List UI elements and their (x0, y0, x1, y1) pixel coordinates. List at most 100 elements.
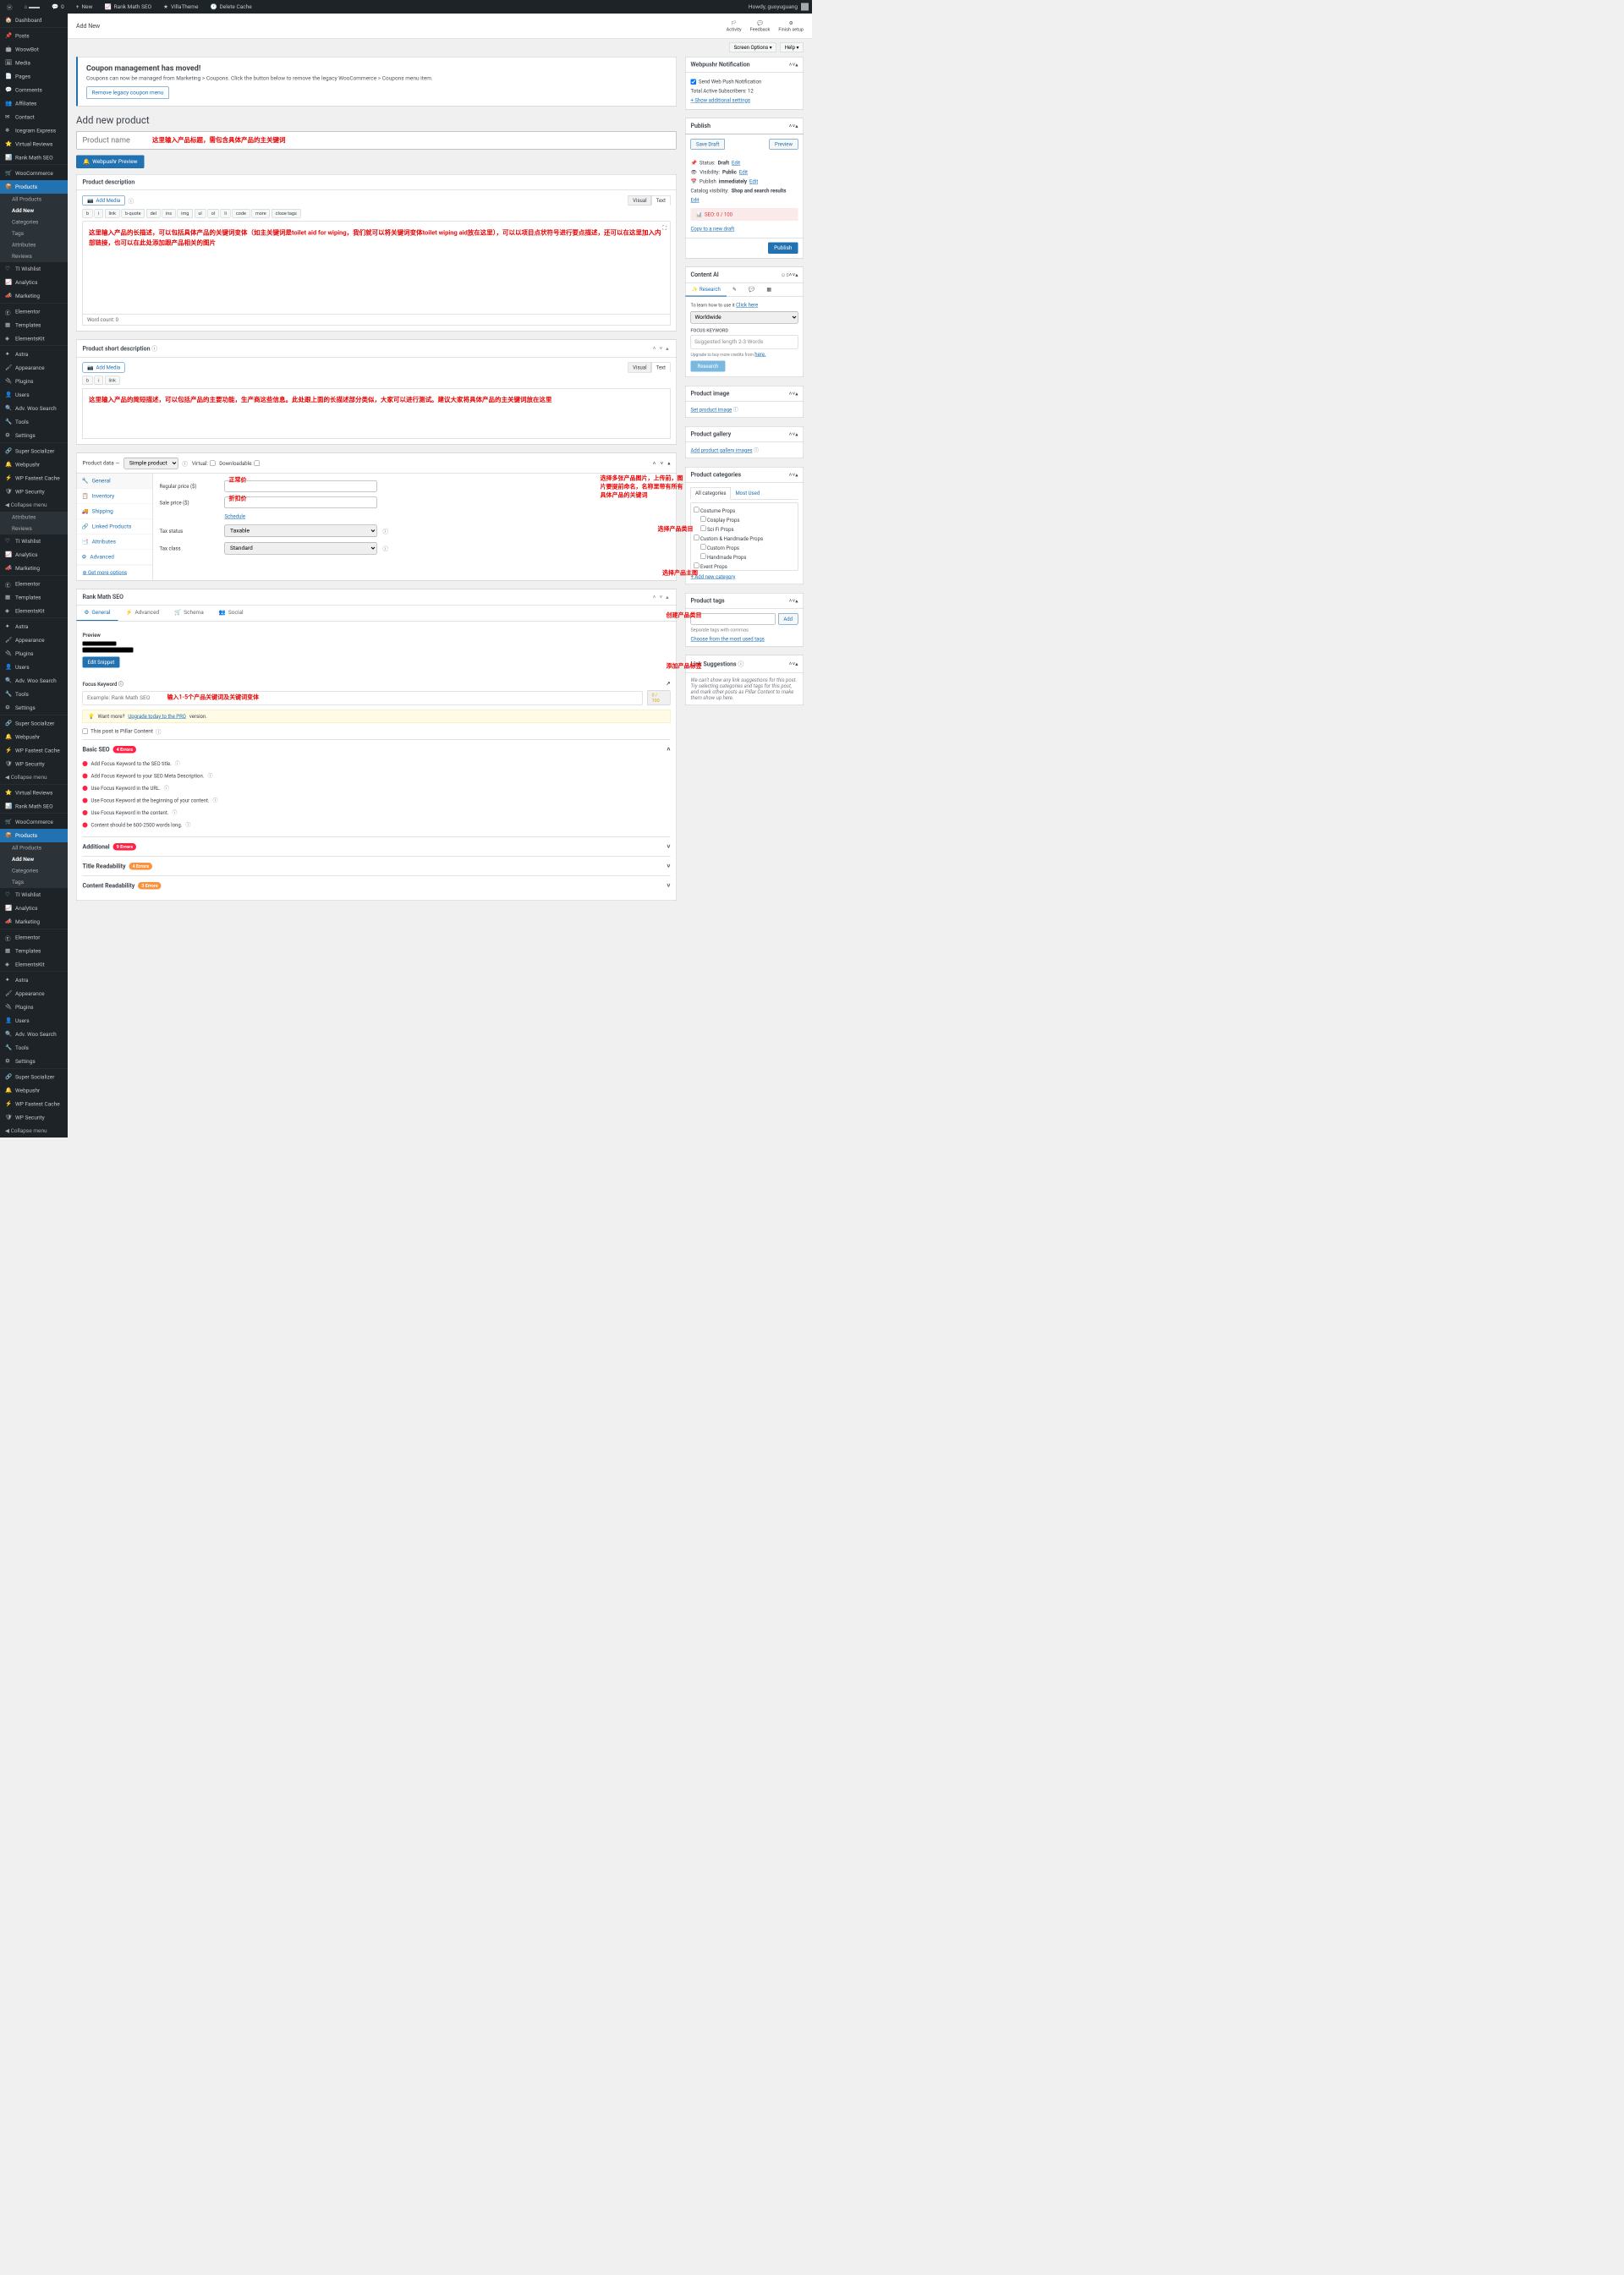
dup3-woo[interactable]: 🛒WooCommerce (0, 815, 68, 829)
menu-astra[interactable]: ✦Astra (0, 348, 68, 361)
dup-astra[interactable]: ✦Astra (0, 620, 68, 633)
add-tag-button[interactable]: Add (778, 613, 798, 625)
sale-price-input[interactable] (225, 497, 377, 509)
text-tab[interactable]: Text (651, 195, 670, 206)
desc-editor[interactable]: ⛶ 这里输入产品的长描述，可以包括具体产品的关键词变体（如主关键词是toilet… (83, 222, 671, 315)
menu-templates[interactable]: ▦Templates (0, 319, 68, 332)
here-link[interactable]: here. (754, 352, 765, 358)
screen-options-button[interactable]: Screen Options ▾ (729, 42, 776, 52)
fk-expand-icon[interactable]: ↗ (666, 681, 670, 687)
cai-fk-input[interactable]: Suggested length 2-3 Words (691, 335, 798, 349)
tb-close[interactable]: close tags (272, 209, 300, 218)
edit-publish[interactable]: Edit (749, 178, 758, 184)
all-cats-tab[interactable]: All categories (691, 487, 731, 500)
delete-cache[interactable]: 🕐 Delete Cache (206, 0, 255, 14)
stb-b[interactable]: b (83, 376, 93, 386)
menu-comments[interactable]: 💬Comments (0, 84, 68, 97)
menu-elementor[interactable]: ⒺElementor (0, 305, 68, 319)
help-icon[interactable]: ⓘ (129, 196, 134, 205)
cai-region-select[interactable]: Worldwide (691, 311, 798, 324)
tags-input[interactable] (691, 613, 776, 625)
dup4-elementor[interactable]: ⒺElementor (0, 931, 68, 945)
menu-wp-security[interactable]: 🛡WP Security (0, 485, 68, 499)
dup-analytics[interactable]: 📈Analytics (0, 548, 68, 562)
dup-attributes[interactable]: Attributes (0, 512, 68, 524)
short-toggle-down[interactable]: ˅ (657, 345, 664, 352)
menu-marketing[interactable]: 📣Marketing (0, 289, 68, 303)
rmtab-advanced[interactable]: ⚡ Advanced (118, 606, 167, 622)
cai-research-tab[interactable]: ✨ Research (686, 283, 727, 297)
tb-code[interactable]: code (232, 209, 250, 218)
tax-class-select[interactable]: Standard (225, 542, 377, 555)
menu-pages[interactable]: 📄Pages (0, 70, 68, 84)
click-here-link[interactable]: Click here (736, 302, 758, 308)
menu-woocommerce[interactable]: 🛒WooCommerce (0, 167, 68, 180)
dup-ss[interactable]: 🔗Super Socializer (0, 717, 68, 731)
publish-button[interactable]: Publish (768, 243, 798, 255)
download-checkbox-label[interactable]: Downloadable: (219, 460, 260, 466)
menu-virtualreviews[interactable]: ⭐Virtual Reviews (0, 138, 68, 151)
menu-settings[interactable]: ⚙Settings (0, 429, 68, 442)
fullscreen-icon[interactable]: ⛶ (662, 225, 667, 232)
dup-plugins[interactable]: 🔌Plugins (0, 647, 68, 661)
send-push-label[interactable]: Send Web Push Notification (691, 77, 798, 86)
dup-wp[interactable]: 🔔Webpushr (0, 731, 68, 744)
dup-adv-woo[interactable]: 🔍Adv. Woo Search (0, 674, 68, 688)
edit-visibility[interactable]: Edit (739, 169, 748, 175)
pdata-collapse[interactable]: ▴ (667, 460, 670, 467)
short-toggle-collapse[interactable]: ▴ (664, 345, 670, 352)
menu-appearance[interactable]: 🖌Appearance (0, 361, 68, 375)
cat-item[interactable]: Event Props (694, 562, 795, 571)
pdata-down[interactable]: ˅ (660, 460, 663, 467)
ptab-shipping[interactable]: 🚚 Shipping (77, 504, 153, 519)
send-push-checkbox[interactable] (691, 79, 697, 85)
menu-tools[interactable]: 🔧Tools (0, 415, 68, 429)
dup-ti[interactable]: ♡TI Wishlist (0, 534, 68, 548)
menu-woowbot[interactable]: 🤖WoowBot (0, 43, 68, 57)
sub-add-new[interactable]: Add New (0, 206, 68, 217)
tb-img[interactable]: img (178, 209, 193, 218)
dup4-wsec[interactable]: 🛡WP Security (0, 1111, 68, 1125)
menu-elementskit[interactable]: ◈ElementsKit (0, 332, 68, 346)
dup-users[interactable]: 👤Users (0, 661, 68, 674)
webpushr-preview-button[interactable]: 🔔 Webpushr Preview (76, 156, 145, 169)
virtual-checkbox[interactable] (210, 461, 216, 467)
cai-grid-tab[interactable]: ▦ (760, 283, 777, 297)
dup4-elementskit[interactable]: ◈ElementsKit (0, 958, 68, 972)
edit-snippet-button[interactable]: Edit Snippet (83, 657, 120, 668)
upgrade-link[interactable]: Upgrade today to the PRO (128, 714, 185, 720)
dup4-adv-woo[interactable]: 🔍Adv. Woo Search (0, 1028, 68, 1041)
rm-up[interactable]: ˄ (651, 594, 658, 600)
edit-catvis[interactable]: Edit (691, 197, 700, 203)
sub-reviews[interactable]: Reviews (0, 251, 68, 263)
menu-analytics[interactable]: 📈Analytics (0, 276, 68, 289)
dup3-vr[interactable]: ⭐Virtual Reviews (0, 787, 68, 800)
save-draft-button[interactable]: Save Draft (691, 139, 725, 150)
short-toggle-up[interactable]: ˄ (651, 345, 658, 352)
site-home[interactable]: ⌂ ▬▬ (21, 0, 44, 14)
dup-settings[interactable]: ⚙Settings (0, 701, 68, 715)
new-content[interactable]: + New (73, 0, 96, 14)
research-button[interactable]: Research (691, 361, 726, 372)
help-button[interactable]: Help ▾ (780, 42, 804, 52)
basic-seo-header[interactable]: Basic SEO 4 Errors˄ (83, 746, 671, 754)
add-gallery-link[interactable]: Add product gallery images (691, 447, 753, 453)
cai-write-tab[interactable]: ✎ (727, 283, 743, 297)
menu-affiliates[interactable]: 👥Affiliates (0, 97, 68, 111)
tb-bquote[interactable]: b-quote (121, 209, 145, 218)
collapse-menu[interactable]: ◀ Collapse menu (0, 499, 68, 513)
edit-status[interactable]: Edit (732, 160, 740, 166)
dup3-all[interactable]: All Products (0, 842, 68, 854)
menu-contact[interactable]: ✉Contact (0, 111, 68, 124)
sub-categories[interactable]: Categories (0, 217, 68, 228)
copy-draft-link[interactable]: Copy to a new draft (691, 226, 735, 232)
visual-tab[interactable]: Visual (628, 195, 651, 206)
menu-ti-wishlist[interactable]: ♡TI Wishlist (0, 262, 68, 276)
additional-header[interactable]: Additional 9 Errors˅ (83, 843, 671, 851)
dup3-cat[interactable]: Categories (0, 865, 68, 877)
dup4-users[interactable]: 👤Users (0, 1014, 68, 1028)
rmtab-general[interactable]: ⚙ General (77, 606, 118, 622)
schedule-link[interactable]: Schedule (225, 513, 246, 519)
set-product-image-link[interactable]: Set product image (691, 407, 732, 413)
dup4-ti[interactable]: ♡TI Wishlist (0, 888, 68, 902)
